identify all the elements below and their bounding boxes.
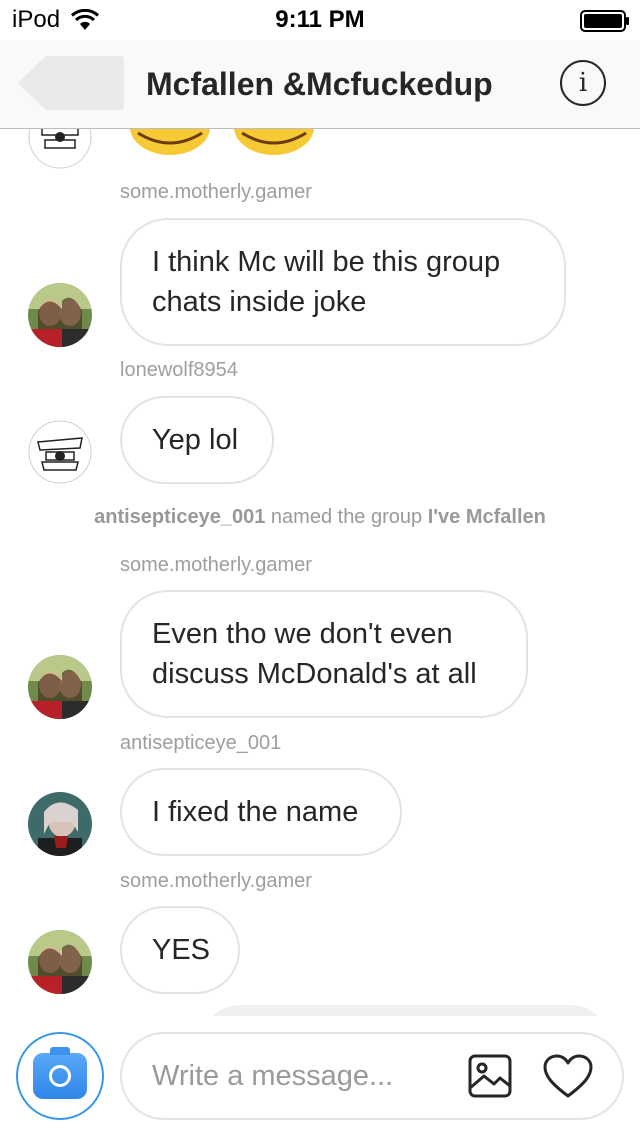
status-time: 9:11 PM <box>275 6 365 33</box>
system-action: named the group <box>270 506 423 528</box>
avatar[interactable] <box>28 930 92 994</box>
message-text: I fixed the name <box>152 796 359 828</box>
message-text: Yep lol <box>152 424 239 456</box>
message-thread[interactable]: some.motherly.gamer I think Mc will be t… <box>0 129 640 1016</box>
outgoing-message-bubble[interactable] <box>200 1005 610 1016</box>
message-bubble[interactable]: I think Mc will be this group chats insi… <box>120 218 566 346</box>
message-username[interactable]: lonewolf8954 <box>120 359 238 382</box>
message-bubble[interactable]: I fixed the name <box>120 768 402 856</box>
camera-button[interactable] <box>16 1032 104 1120</box>
system-group-name: I've Mcfallen <box>427 506 546 528</box>
avatar[interactable] <box>28 420 92 484</box>
chat-header: Mcfallen &Mcfuckedup i <box>0 40 640 129</box>
message-text: YES <box>152 934 211 966</box>
avatar[interactable] <box>28 283 92 347</box>
message-bubble[interactable]: Yep lol <box>120 396 274 484</box>
message-username[interactable]: some.motherly.gamer <box>120 870 312 893</box>
avatar[interactable] <box>28 655 92 719</box>
message-bubble[interactable]: YES <box>120 906 240 994</box>
message-username[interactable]: some.motherly.gamer <box>120 181 312 204</box>
message-input[interactable] <box>152 1054 452 1098</box>
info-icon[interactable]: i <box>560 60 606 106</box>
group-renamed-notice: antisepticeye_001 named the group I've M… <box>0 506 640 529</box>
laughing-emoji-icon <box>130 129 210 155</box>
info-icon-glyph: i <box>578 68 588 98</box>
system-actor[interactable]: antisepticeye_001 <box>94 506 265 528</box>
message-composer <box>0 1016 640 1136</box>
message-input-container[interactable] <box>120 1032 624 1120</box>
message-bubble[interactable]: Even tho we don't even discuss McDonald'… <box>120 590 528 718</box>
gallery-icon[interactable] <box>468 1054 512 1098</box>
avatar[interactable] <box>28 792 92 856</box>
message-username[interactable]: some.motherly.gamer <box>120 554 312 577</box>
status-bar: iPod 9:11 PM <box>0 0 640 40</box>
message-text: Even tho we don't even discuss McDonald'… <box>152 618 477 690</box>
conversation-title[interactable]: Mcfallen &Mcfuckedup <box>146 66 493 103</box>
camera-icon <box>33 1047 87 1099</box>
message-username[interactable]: antisepticeye_001 <box>120 732 281 755</box>
back-arrow-icon[interactable] <box>16 54 126 112</box>
message-text: I think Mc will be this group chats insi… <box>152 246 501 318</box>
battery-icon <box>580 10 629 32</box>
heart-icon[interactable] <box>542 1054 594 1100</box>
laughing-emoji-icon <box>234 129 314 155</box>
avatar[interactable] <box>28 129 92 169</box>
